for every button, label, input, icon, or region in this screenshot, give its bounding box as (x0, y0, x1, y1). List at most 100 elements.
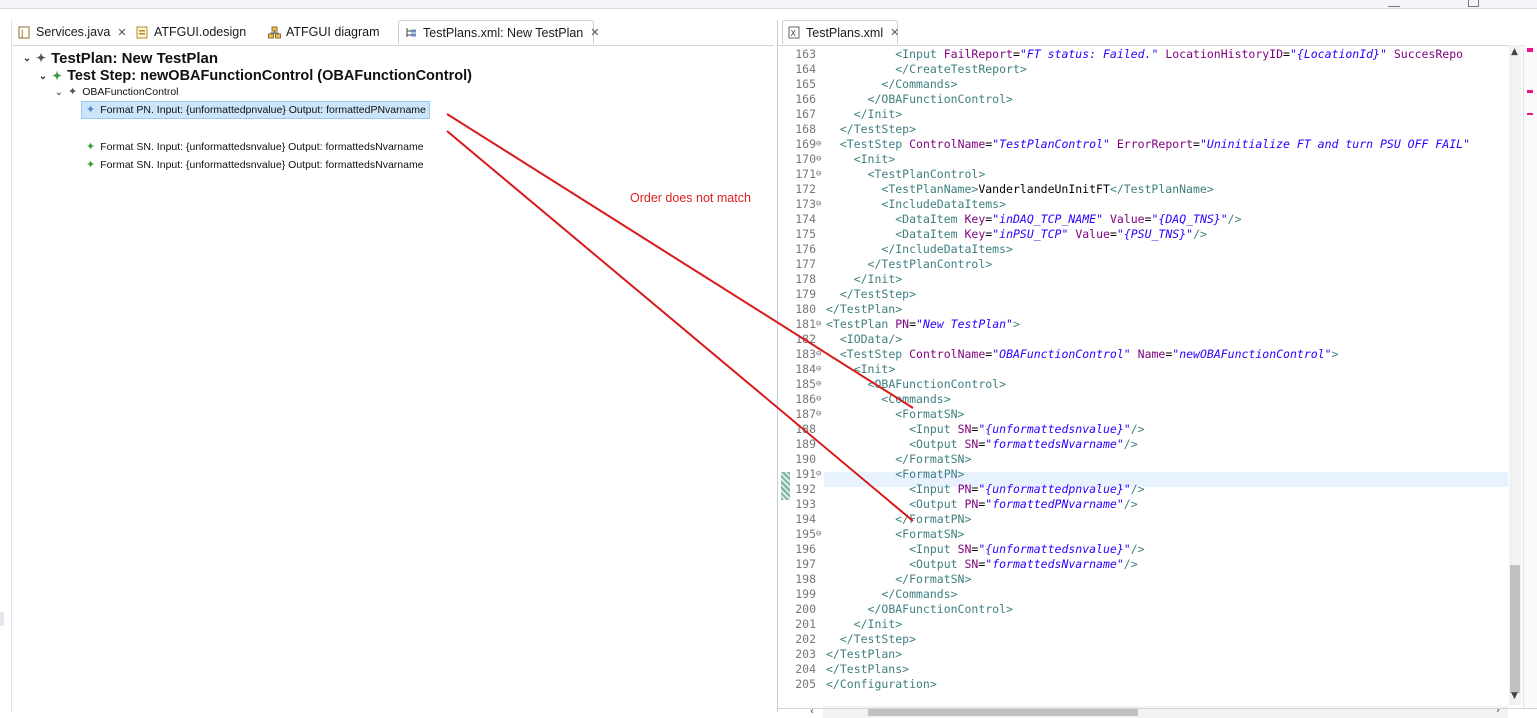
line-number: 177 (795, 257, 816, 271)
collapse-icon[interactable]: ⌄ (38, 71, 48, 82)
annotation-text: Order does not match (630, 191, 751, 205)
close-icon[interactable]: ✕ (890, 26, 899, 39)
tab-atfgui-diagram[interactable]: ATFGUI diagram (268, 20, 388, 44)
fold-toggle-icon[interactable]: ⊖ (816, 167, 824, 182)
code-line: </TestPlan> (826, 647, 903, 661)
ruler-marker[interactable] (1527, 90, 1533, 93)
tree-node-command[interactable]: ✦ Format PN. Input: {unformattedpnvalue}… (81, 101, 430, 119)
line-number: 163 (795, 47, 816, 61)
code-line: <TestPlan PN="New TestPlan"> (826, 317, 1020, 331)
tree-node-command[interactable]: ✦ Format SN. Input: {unformattedsnvalue}… (86, 157, 424, 173)
scroll-down-icon[interactable]: ▼ (1511, 691, 1518, 701)
code-line: </Init> (853, 272, 903, 286)
fold-toggle-icon[interactable]: ⊖ (816, 197, 824, 212)
testplan-icon: ✦ (36, 51, 47, 65)
tab-atfgui-odesign[interactable]: ATFGUI.odesign (136, 20, 256, 44)
left-editor-tabs: J Services.java ✕ ATFGUI.odesign ATFGUI … (12, 20, 774, 46)
line-number: 174 (795, 212, 816, 226)
code-line: </TestPlanControl> (867, 257, 993, 271)
line-number: 180 (795, 302, 816, 316)
tree-node-command[interactable]: ✦ Format SN. Input: {unformattedsnvalue}… (86, 139, 424, 155)
line-number: 190 (795, 452, 816, 466)
line-number: 189 (795, 437, 816, 451)
line-number: 167 (795, 107, 816, 121)
command-icon: ✦ (86, 159, 96, 171)
code-line: </TestPlan> (826, 302, 903, 316)
code-line: <IOData/> (839, 332, 903, 346)
code-line: </TestStep> (839, 122, 917, 136)
code-line: </TestStep> (839, 632, 917, 646)
fold-toggle-icon[interactable]: ⊖ (816, 317, 824, 332)
code-line: </Configuration> (826, 677, 937, 691)
line-number: 202 (795, 632, 816, 646)
line-number: 168 (795, 122, 816, 136)
code-line: <TestPlanName>VanderlandeUnInitFT</TestP… (881, 182, 1214, 196)
fold-toggle-icon[interactable]: ⊖ (816, 377, 824, 392)
line-number: 176 (795, 242, 816, 256)
line-number: 179 (795, 287, 816, 301)
line-number: 197 (795, 557, 816, 571)
overview-ruler (1523, 45, 1537, 710)
ruler-marker[interactable] (1527, 113, 1533, 115)
code-line: </OBAFunctionControl> (867, 92, 1013, 106)
tree-label: Format PN. Input: {unformattedpnvalue} O… (100, 104, 426, 116)
tree-node-teststep[interactable]: ⌄ ✦ Test Step: newOBAFunctionControl (OB… (38, 67, 472, 85)
tree-label: Format SN. Input: {unformattedsnvalue} O… (100, 141, 424, 153)
code-line: <Output SN="formattedsNvarname"/> (909, 437, 1138, 451)
control-icon: ✦ (68, 86, 78, 98)
code-line: <Input SN="{unformattedsnvalue}"/> (909, 542, 1145, 556)
code-line: </TestStep> (839, 287, 917, 301)
collapse-icon[interactable]: ⌄ (22, 53, 32, 64)
java-file-icon: J (18, 26, 30, 39)
code-line: <FormatPN> (895, 467, 965, 481)
tree-node-control[interactable]: ⌄ ✦ OBAFunctionControl (54, 84, 179, 100)
close-icon[interactable]: ✕ (590, 26, 599, 39)
code-line: <FormatSN> (895, 527, 965, 541)
tab-services-java[interactable]: J Services.java ✕ (18, 20, 130, 44)
fold-toggle-icon[interactable]: ⊖ (816, 152, 824, 167)
code-line: </FormatPN> (895, 512, 972, 526)
fold-toggle-icon[interactable]: ⊖ (816, 347, 824, 362)
maximize-icon[interactable] (1468, 0, 1479, 7)
command-icon: ✦ (86, 104, 96, 116)
scroll-up-icon[interactable]: ▲ (1511, 47, 1518, 57)
tab-label: ATFGUI.odesign (154, 25, 247, 39)
fold-toggle-icon[interactable]: ⊖ (816, 527, 824, 542)
fold-toggle-icon[interactable]: ⊖ (816, 137, 824, 152)
close-icon[interactable]: ✕ (117, 26, 126, 39)
line-number: 204 (795, 662, 816, 676)
code-line: <TestPlanControl> (867, 167, 986, 181)
code-line: <FormatSN> (895, 407, 965, 421)
top-strip (0, 0, 1537, 9)
code-line: </FormatSN> (895, 572, 972, 586)
ruler-marker[interactable] (1527, 48, 1533, 52)
tree-node-testplan[interactable]: ⌄ ✦ TestPlan: New TestPlan (22, 49, 218, 67)
vertical-scrollbar[interactable] (1509, 45, 1521, 705)
minimize-icon[interactable] (1388, 0, 1400, 7)
line-number: 186 (795, 392, 816, 406)
fold-toggle-icon[interactable]: ⊖ (816, 392, 824, 407)
line-number: 165 (795, 77, 816, 91)
xml-code-editor[interactable]: 163 <Input FailReport="FT status: Failed… (778, 45, 1508, 710)
code-line: <Commands> (881, 392, 951, 406)
line-number: 195 (795, 527, 816, 541)
code-line: </Init> (853, 617, 903, 631)
tab-testplans-tree[interactable]: TestPlans.xml: New TestPlan ✕ (398, 20, 599, 44)
code-line: <IncludeDataItems> (881, 197, 1007, 211)
fold-toggle-icon[interactable]: ⊖ (816, 362, 824, 377)
line-number: 200 (795, 602, 816, 616)
tab-testplans-xml[interactable]: X TestPlans.xml ✕ (782, 20, 899, 44)
code-line: <Input FailReport="FT status: Failed." L… (895, 47, 1464, 61)
fold-toggle-icon[interactable]: ⊖ (816, 407, 824, 422)
line-number: 182 (795, 332, 816, 346)
code-line: <Output PN="formattedPNvarname"/> (909, 497, 1138, 511)
line-number: 185 (795, 377, 816, 391)
tree-label: TestPlan: New TestPlan (51, 49, 219, 67)
line-number: 173 (795, 197, 816, 211)
command-icon: ✦ (86, 141, 96, 153)
scrollbar-thumb[interactable] (1510, 565, 1520, 693)
collapse-icon[interactable]: ⌄ (54, 87, 64, 98)
fold-toggle-icon[interactable]: ⊖ (816, 467, 824, 482)
code-line: </Commands> (881, 77, 958, 91)
code-line: <TestStep ControlName="TestPlanControl" … (839, 137, 1470, 151)
